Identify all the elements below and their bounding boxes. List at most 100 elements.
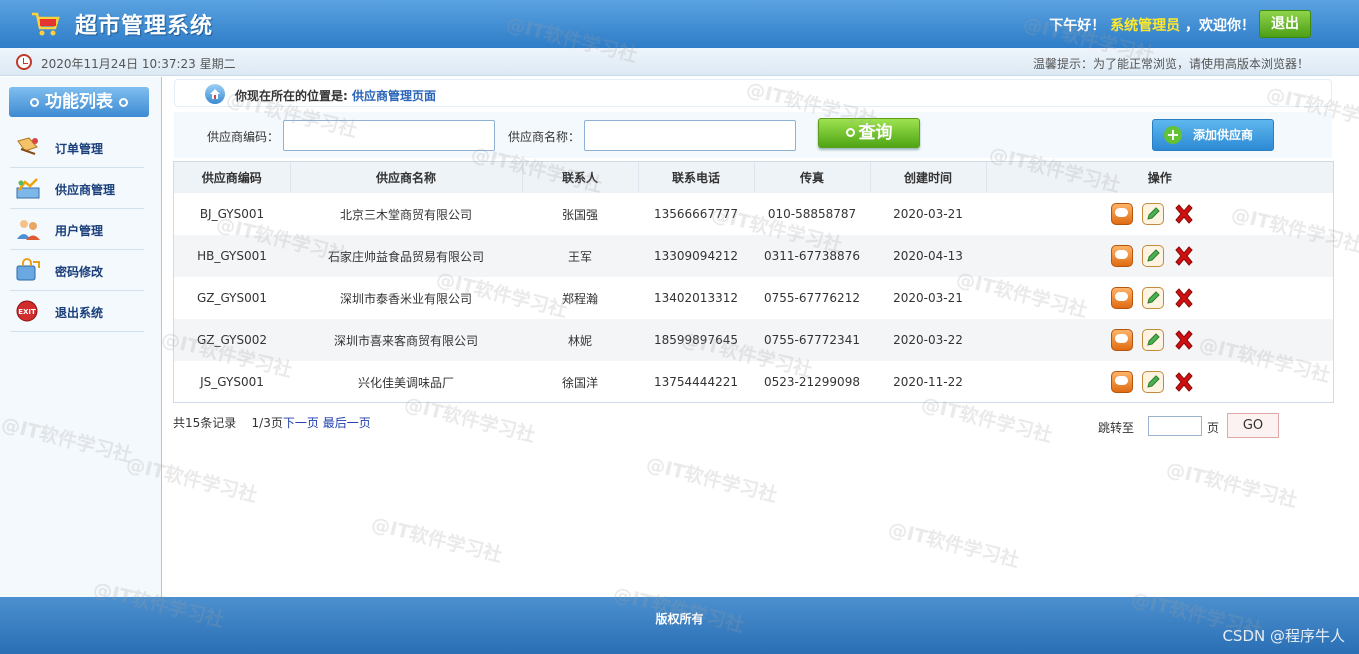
jump-unit: 页 bbox=[1207, 421, 1220, 435]
sidebar-item-label: 订单管理 bbox=[55, 142, 104, 156]
delete-icon[interactable] bbox=[1173, 245, 1195, 267]
record-count: 共15条记录 bbox=[173, 416, 237, 430]
cell-created: 2020-04-13 bbox=[870, 235, 986, 277]
query-button-label: 查询 bbox=[858, 123, 893, 143]
cell-fax: 010-58858787 bbox=[767, 207, 857, 221]
breadcrumb-text: 你现在所在的位置是: 供应商管理页面 bbox=[235, 87, 436, 104]
col-header-fax: 传真 bbox=[754, 162, 871, 193]
logout-button[interactable]: 退出 bbox=[1259, 10, 1311, 38]
col-header-created: 创建时间 bbox=[870, 162, 987, 193]
supplier-name-input[interactable] bbox=[584, 120, 796, 151]
table-row: HB_GYS001 石家庄帅益食品贸易有限公司 王军 13309094212 0311-… bbox=[174, 235, 1333, 277]
sidebar-menu: 订单管理 供应商管理 用户管理 密码修改 EXIT 退出系统 bbox=[10, 127, 144, 332]
top-header: 超市管理系统 下午好！ 系统管理员 ，欢迎你！ 退出 bbox=[0, 0, 1359, 48]
exit-icon: EXIT bbox=[16, 300, 38, 322]
col-header-contact: 联系人 bbox=[522, 162, 639, 193]
bullet-icon bbox=[119, 97, 128, 107]
sidebar-item-label: 用户管理 bbox=[55, 224, 104, 238]
go-button[interactable]: GO bbox=[1227, 413, 1279, 438]
cell-created: 2020-11-22 bbox=[893, 375, 963, 389]
jump-page-input[interactable] bbox=[1148, 416, 1202, 436]
browser-tip: 温馨提示：为了能正常浏览，请使用高版本浏览器！ bbox=[1032, 57, 1309, 71]
add-supplier-label: 添加供应商 bbox=[1193, 128, 1254, 142]
cell-actions bbox=[986, 319, 1333, 361]
sidebar-item-suppliers[interactable]: 供应商管理 bbox=[10, 168, 144, 209]
supplier-code-input[interactable] bbox=[283, 120, 495, 151]
users-icon bbox=[17, 220, 40, 240]
greeting-text: 下午好！ bbox=[1049, 18, 1106, 34]
delete-icon[interactable] bbox=[1173, 329, 1195, 351]
table-row: GZ_GYS001 深圳市泰香米业有限公司 郑程瀚 13402013312 0755-6… bbox=[174, 277, 1333, 319]
sidebar-item-password[interactable]: 密码修改 bbox=[10, 250, 144, 291]
view-icon[interactable] bbox=[1111, 371, 1133, 393]
csdn-credit: CSDN @程序牛人 bbox=[1222, 627, 1345, 645]
breadcrumb: 你现在所在的位置是: 供应商管理页面 bbox=[174, 79, 1332, 107]
view-icon[interactable] bbox=[1111, 329, 1133, 351]
view-icon[interactable] bbox=[1111, 287, 1133, 309]
cell-code: GZ_GYS001 bbox=[196, 291, 268, 305]
greeting: 下午好！ 系统管理员 ，欢迎你！ bbox=[1049, 15, 1255, 35]
breadcrumb-prefix: 你现在所在的位置是: bbox=[235, 89, 348, 103]
sidebar-item-users[interactable]: 用户管理 bbox=[10, 209, 144, 250]
clock-icon bbox=[16, 54, 32, 70]
sidebar: 功能列表 订单管理 供应商管理 用户管理 密码修改 EXIT 退出系统 bbox=[0, 77, 162, 597]
sidebar-title-text: 功能列表 bbox=[45, 92, 113, 112]
cell-phone: 18599897645 bbox=[638, 319, 754, 361]
cell-actions bbox=[986, 361, 1333, 403]
add-supplier-button[interactable]: + 添加供应商 bbox=[1152, 119, 1274, 151]
view-icon[interactable] bbox=[1111, 245, 1133, 267]
table-row: JS_GYS001 兴化佳美调味品厂 徐国洋 13754444221 0523-2129… bbox=[174, 361, 1333, 403]
page-indicator: 1/3页 bbox=[251, 416, 283, 430]
watermark-text: @IT软件学习社 bbox=[885, 518, 1022, 572]
cell-fax: 0755-67776212 bbox=[764, 291, 860, 305]
cell-created: 2020-03-21 bbox=[893, 207, 963, 221]
app-title: 超市管理系统 bbox=[75, 14, 214, 39]
delete-icon[interactable] bbox=[1173, 203, 1195, 225]
cell-phone: 13754444221 bbox=[654, 375, 738, 389]
plus-icon: + bbox=[1164, 126, 1182, 144]
cell-actions bbox=[986, 235, 1333, 277]
col-header-code: 供应商编码 bbox=[174, 162, 291, 193]
sidebar-item-label: 退出系统 bbox=[55, 306, 104, 320]
last-page-link[interactable]: 最后一页 bbox=[323, 416, 371, 430]
cell-code: JS_GYS001 bbox=[200, 375, 264, 389]
pagination: 共15条记录 1/3页下一页 最后一页 bbox=[173, 414, 371, 431]
supplier-code-label: 供应商编码： bbox=[207, 130, 280, 144]
edit-icon[interactable] bbox=[1142, 329, 1164, 351]
cell-created: 2020-03-22 bbox=[870, 319, 986, 361]
magnifier-icon bbox=[845, 128, 855, 137]
watermark-text: @IT软件学习社 bbox=[368, 513, 505, 567]
supplier-name-label: 供应商名称： bbox=[508, 130, 581, 144]
delete-icon[interactable] bbox=[1173, 371, 1195, 393]
edit-icon[interactable] bbox=[1142, 287, 1164, 309]
cell-phone: 13402013312 bbox=[654, 291, 738, 305]
next-page-link[interactable]: 下一页 bbox=[283, 416, 319, 430]
sidebar-item-exit[interactable]: EXIT 退出系统 bbox=[10, 291, 144, 332]
edit-icon[interactable] bbox=[1142, 203, 1164, 225]
edit-icon[interactable] bbox=[1142, 371, 1164, 393]
watermark-text: @IT软件学习社 bbox=[1163, 458, 1300, 512]
copyright: 版权所有 bbox=[655, 612, 704, 626]
cell-name: 深圳市泰香米业有限公司 bbox=[339, 291, 472, 306]
view-icon[interactable] bbox=[1111, 203, 1133, 225]
watermark-text: @IT软件学习社 bbox=[643, 453, 780, 507]
col-header-actions: 操作 bbox=[986, 162, 1333, 193]
cell-code: GZ_GYS002 bbox=[174, 319, 290, 361]
sidebar-item-orders[interactable]: 订单管理 bbox=[10, 127, 144, 168]
edit-icon[interactable] bbox=[1142, 245, 1164, 267]
cell-actions bbox=[986, 277, 1333, 319]
cell-actions bbox=[986, 193, 1333, 235]
cell-name: 石家庄帅益食品贸易有限公司 bbox=[290, 235, 522, 277]
user-name: 系统管理员 bbox=[1110, 18, 1181, 34]
order-icon bbox=[17, 137, 38, 155]
delete-icon[interactable] bbox=[1173, 287, 1195, 309]
svg-text:EXIT: EXIT bbox=[18, 308, 36, 316]
welcome-text: ，欢迎你！ bbox=[1185, 18, 1255, 34]
table-row: BJ_GYS001 北京三木堂商贸有限公司 张国强 13566667777 010-58… bbox=[174, 193, 1333, 235]
cell-phone: 13309094212 bbox=[638, 235, 754, 277]
query-button[interactable]: 查询 bbox=[818, 118, 920, 148]
cell-contact: 郑程瀚 bbox=[561, 291, 598, 306]
cell-name: 深圳市喜来客商贸有限公司 bbox=[290, 319, 522, 361]
search-bar: 供应商编码： 供应商名称： 查询 + 添加供应商 bbox=[174, 112, 1332, 158]
password-icon bbox=[16, 258, 40, 281]
